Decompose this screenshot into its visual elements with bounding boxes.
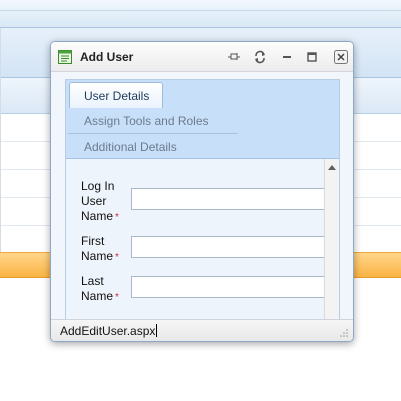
tab-label: Assign Tools and Roles xyxy=(84,114,209,128)
first-name-label: First Name * xyxy=(81,234,119,263)
minimize-icon[interactable] xyxy=(280,50,294,64)
dialog-content: User Details Assign Tools and Roles Addi… xyxy=(65,79,340,319)
required-marker: * xyxy=(115,212,119,223)
pin-icon[interactable] xyxy=(227,50,241,64)
login-user-name-input[interactable] xyxy=(131,188,324,210)
background-toolbar xyxy=(0,0,401,28)
dialog-title: Add User xyxy=(80,50,134,64)
tab-strip: User Details Assign Tools and Roles Addi… xyxy=(66,80,339,158)
resize-grip-icon[interactable] xyxy=(339,328,349,338)
first-name-input[interactable] xyxy=(131,236,324,258)
scroll-up-arrow-icon[interactable] xyxy=(328,165,336,170)
dialog-titlebar[interactable]: Add User xyxy=(51,42,353,72)
required-marker: * xyxy=(115,252,119,263)
status-url: AddEditUser.aspx xyxy=(60,324,158,338)
vertical-scrollbar[interactable] xyxy=(324,159,339,319)
reload-icon[interactable] xyxy=(253,50,267,64)
tab-label: Additional Details xyxy=(84,140,177,154)
status-bar: AddEditUser.aspx xyxy=(51,319,353,341)
required-marker: * xyxy=(115,292,119,303)
last-name-input[interactable] xyxy=(131,276,324,298)
tab-user-details[interactable]: User Details xyxy=(69,82,163,108)
login-user-name-label: Log In User Name * xyxy=(81,179,119,223)
user-details-form: Log In User Name * First Name * Last Name * xyxy=(66,159,339,319)
background-grid-line xyxy=(0,28,1,252)
tab-label: User Details xyxy=(84,89,150,103)
add-user-dialog: Add User User Details Assign Tools and R… xyxy=(50,41,354,342)
text-caret xyxy=(156,324,158,337)
form-icon xyxy=(58,50,72,64)
tab-additional-details[interactable]: Additional Details xyxy=(68,134,338,160)
tab-assign-tools-and-roles[interactable]: Assign Tools and Roles xyxy=(68,108,238,134)
last-name-label: Last Name * xyxy=(81,274,119,303)
maximize-icon[interactable] xyxy=(305,50,319,64)
close-icon[interactable] xyxy=(334,50,348,64)
